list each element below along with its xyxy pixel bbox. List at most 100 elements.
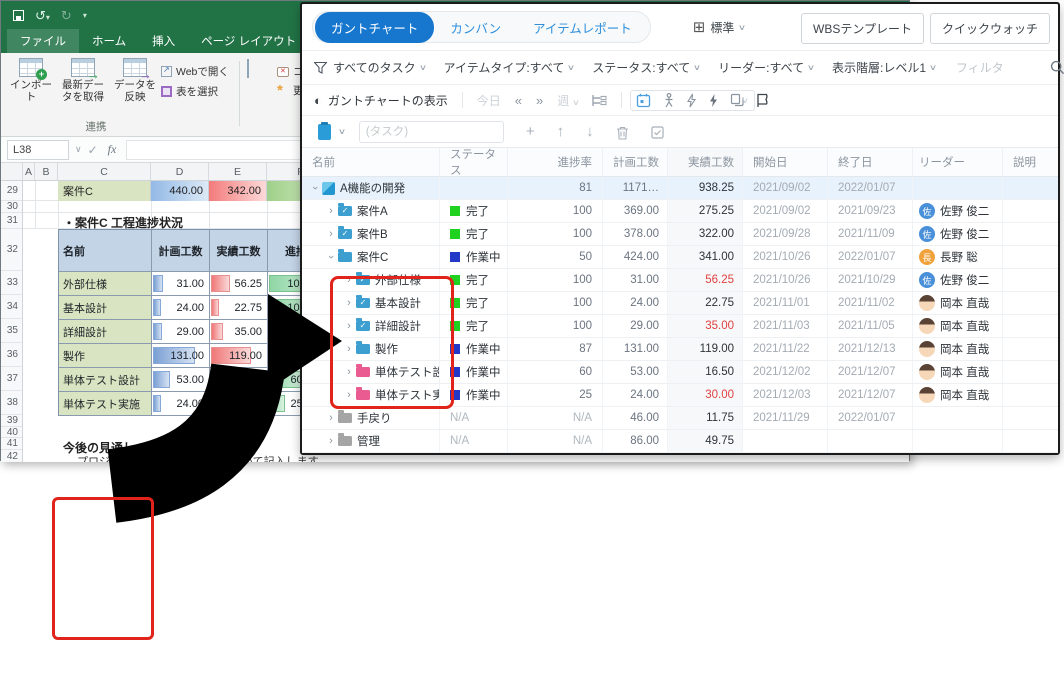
column-letter[interactable]: E xyxy=(209,163,267,180)
chevron-icon[interactable]: › xyxy=(326,412,336,424)
row-number[interactable]: 39 xyxy=(1,415,22,427)
chevron-icon[interactable]: › xyxy=(344,366,354,378)
week-scale-select[interactable]: 週 ∨ xyxy=(557,92,578,109)
checkbox-icon[interactable] xyxy=(651,126,664,139)
filter-items: すべてのタスク∨ アイテムタイプ:すべて∨ ステータス:すべて∨ リーダー:すべて∨ 表… xyxy=(333,59,954,76)
row-number[interactable]: 35 xyxy=(1,319,22,343)
chevron-icon[interactable]: › xyxy=(344,297,354,309)
flag-icon[interactable] xyxy=(756,93,769,108)
row-number[interactable]: 31 xyxy=(1,213,22,229)
table-row[interactable]: ›案件C作業中50424.00341.002021/10/262022/01/0… xyxy=(302,246,1058,269)
row-number[interactable]: 30 xyxy=(1,201,22,213)
column-letter[interactable]: D xyxy=(151,163,209,180)
sheet-corner[interactable] xyxy=(1,163,23,180)
column-letter[interactable]: C xyxy=(58,163,151,180)
chevron-icon[interactable]: › xyxy=(326,205,336,217)
chevron-icon[interactable]: › xyxy=(326,435,336,447)
fx-icon[interactable]: fx xyxy=(108,142,117,157)
table-row[interactable]: ›✓案件B完了100378.00322.002021/09/282021/11/… xyxy=(302,223,1058,246)
today-button[interactable]: 今日 xyxy=(477,92,501,109)
table-row[interactable]: ›製作作業中87131.00119.002021/11/222021/12/13… xyxy=(302,338,1058,361)
baseline-select[interactable]: ∨ xyxy=(630,90,755,111)
actual-effort-cell: 49.75 xyxy=(667,430,742,452)
filter-dropdown[interactable]: 表示階層:レベル1∨ xyxy=(832,59,936,76)
page-left-icon[interactable]: « xyxy=(515,93,522,108)
chevron-icon[interactable]: › xyxy=(326,228,336,240)
enter-check-icon[interactable]: ✓ xyxy=(88,143,98,157)
ribbon-button-partial[interactable] xyxy=(247,60,249,78)
add-task-icon[interactable]: + xyxy=(526,123,535,140)
row-number[interactable]: 42 xyxy=(1,450,22,462)
row-number[interactable]: 34 xyxy=(1,295,22,319)
hierarchy-icon[interactable] xyxy=(592,94,607,107)
ribbon-small-button[interactable]: Webで開く xyxy=(161,61,229,81)
end-date-cell: 2021/12/07 xyxy=(827,384,912,406)
search-icon[interactable] xyxy=(1050,60,1064,75)
save-icon[interactable] xyxy=(13,10,24,21)
chevron-icon[interactable]: › xyxy=(344,343,354,355)
progress-cell: 81 xyxy=(507,177,602,199)
column-letter[interactable]: A xyxy=(23,163,35,180)
move-up-icon[interactable]: ↑ xyxy=(557,123,565,140)
gantt-display-toggle[interactable]: ◐ ガントチャートの表示 xyxy=(314,92,448,109)
wbs-template-button[interactable]: WBSテンプレート xyxy=(801,13,924,44)
task-type-icon[interactable] xyxy=(318,124,331,140)
ribbon-small-button[interactable]: 表を選択 xyxy=(161,81,229,101)
view-selector[interactable]: ⊞ 標準 ∨ xyxy=(693,19,745,36)
filter-dropdown[interactable]: アイテムタイプ:すべて∨ xyxy=(444,59,575,76)
table-row[interactable]: ›✓基本設計完了10024.0022.752021/11/012021/11/0… xyxy=(302,292,1058,315)
table-row[interactable]: ›✓詳細設計完了10029.0035.002021/11/032021/11/0… xyxy=(302,315,1058,338)
end-date-cell: 2022/01/07 xyxy=(827,246,912,268)
row-number[interactable]: 29 xyxy=(1,181,22,201)
tab-item[interactable]: カンバン xyxy=(434,12,517,43)
description-cell xyxy=(1002,292,1058,314)
chevron-icon[interactable]: › xyxy=(344,389,354,401)
row-number[interactable]: 38 xyxy=(1,391,22,415)
row-number[interactable]: 36 xyxy=(1,343,22,367)
undo-icon[interactable]: ↺▾ xyxy=(35,9,50,22)
ribbon-tab[interactable]: 挿入 xyxy=(139,29,188,53)
row-number[interactable]: 37 xyxy=(1,367,22,391)
move-down-icon[interactable]: ↓ xyxy=(586,123,594,140)
table-row[interactable]: ›✓外部仕様完了10031.0056.252021/10/262021/10/2… xyxy=(302,269,1058,292)
tab-item[interactable]: アイテムレポート xyxy=(517,12,648,43)
cell-name-box[interactable]: L38 xyxy=(7,140,69,160)
trash-icon[interactable] xyxy=(616,126,629,140)
tab-active[interactable]: ガントチャート xyxy=(315,12,434,43)
ribbon-tab[interactable]: ファイル xyxy=(7,29,79,53)
chevron-down-icon[interactable]: ∨ xyxy=(338,127,346,136)
chevron-icon[interactable]: › xyxy=(344,320,354,332)
task-name: 手戻り xyxy=(357,410,392,426)
filter-dropdown[interactable]: ステータス:すべて∨ xyxy=(592,59,700,76)
column-letter[interactable]: B xyxy=(35,163,58,180)
start-date-cell: 2021/11/22 xyxy=(742,338,827,360)
table-row[interactable]: ›✓案件A完了100369.00275.252021/09/022021/09/… xyxy=(302,200,1058,223)
table-row[interactable]: ›単体テスト設計作業中6053.0016.502021/12/022021/12… xyxy=(302,361,1058,384)
ribbon-button[interactable]: →最新データを取得 xyxy=(57,58,109,103)
data-bar-cell: 53.00 xyxy=(152,368,210,392)
chevron-icon[interactable]: › xyxy=(344,274,354,286)
ribbon-tab[interactable]: ページ レイアウト xyxy=(188,29,309,53)
ribbon-tab[interactable]: ホーム xyxy=(79,29,139,53)
filter-search-input[interactable] xyxy=(954,60,1050,76)
row-number[interactable]: 41 xyxy=(1,438,22,450)
ribbon-button[interactable]: →データを反映 xyxy=(109,58,161,103)
row-number[interactable]: 32 xyxy=(1,229,22,271)
table-row[interactable]: ›管理N/AN/A86.0049.75 xyxy=(302,430,1058,453)
start-date-cell: 2021/12/03 xyxy=(742,384,827,406)
ribbon-button[interactable]: +インポート xyxy=(5,58,57,103)
new-task-input[interactable] xyxy=(359,121,504,143)
row-number[interactable]: 40 xyxy=(1,427,22,438)
row-number[interactable]: 33 xyxy=(1,271,22,295)
namebox-caret-icon[interactable]: ∨ xyxy=(75,144,82,155)
filter-dropdown[interactable]: すべてのタスク∨ xyxy=(333,59,426,76)
page-right-icon[interactable]: » xyxy=(536,93,543,108)
quickwatch-button[interactable]: クイックウォッチ xyxy=(930,13,1050,44)
table-row[interactable]: ›単体テスト実施作業中2524.0030.002021/12/032021/12… xyxy=(302,384,1058,407)
table-row[interactable]: ›A機能の開発811171…938.252021/09/022022/01/07 xyxy=(302,177,1058,200)
table-row[interactable]: ›手戻りN/AN/A46.0011.752021/11/292022/01/07 xyxy=(302,407,1058,430)
chevron-icon[interactable]: › xyxy=(325,252,337,262)
chevron-icon[interactable]: › xyxy=(309,183,321,193)
filter-dropdown[interactable]: リーダー:すべて∨ xyxy=(718,59,814,76)
quick-access-menu-icon[interactable]: ▾ xyxy=(83,11,87,20)
